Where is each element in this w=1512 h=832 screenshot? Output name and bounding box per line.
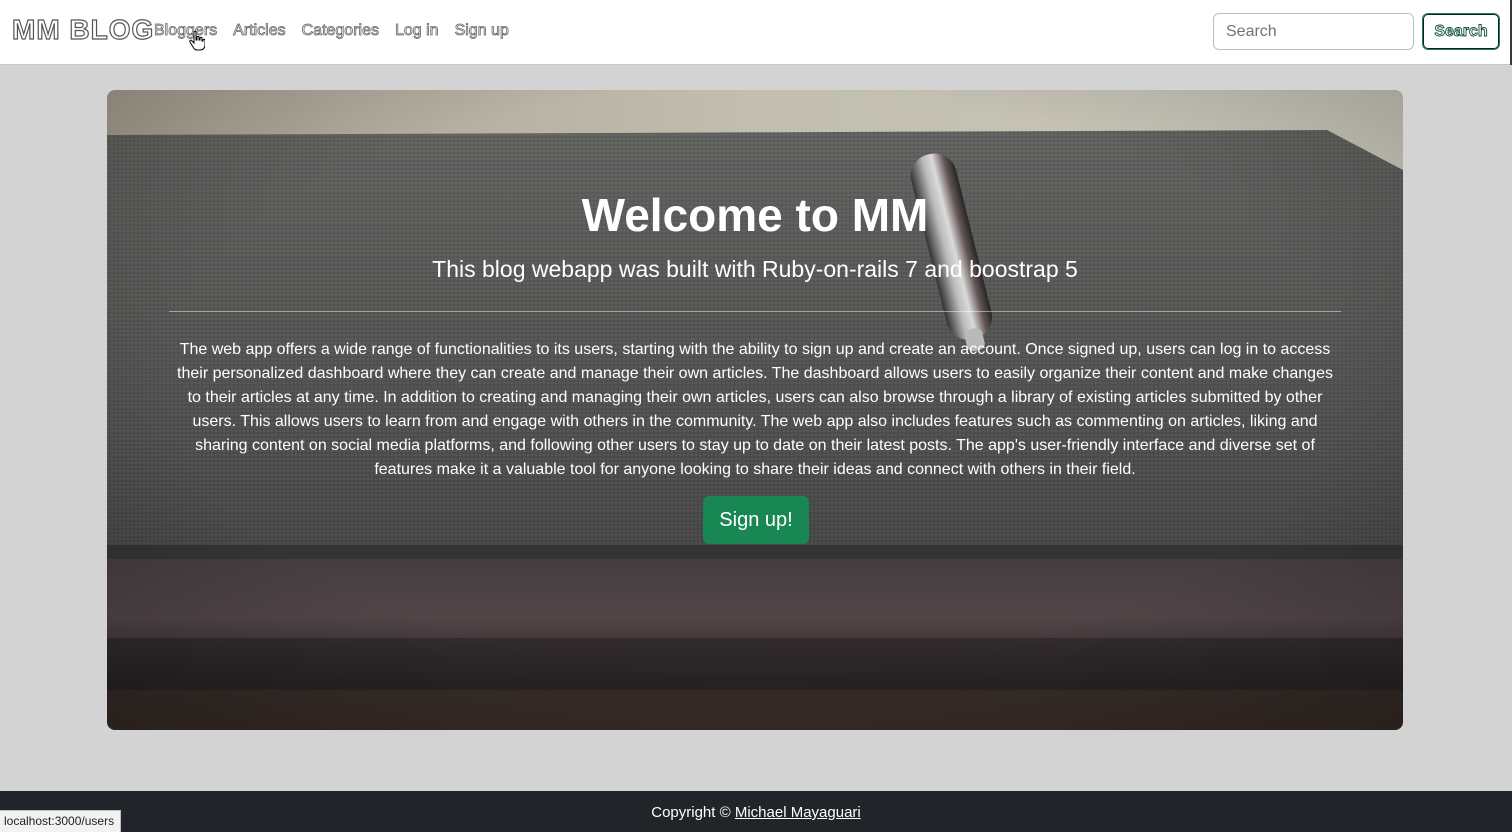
hand-cursor-icon (189, 31, 205, 51)
author-link[interactable]: Michael Mayaguari (735, 804, 861, 821)
top-navbar: MM BLOG Bloggers Articles Categories Log… (0, 0, 1512, 65)
hero-description: The web app offers a wide range of funct… (177, 341, 1333, 478)
hero-banner: Welcome to MM This blog webapp was built… (107, 90, 1403, 730)
status-bar-url: localhost:3000/users (0, 810, 122, 832)
footer: Copyright © Michael Mayaguari (0, 791, 1512, 832)
brand-logo[interactable]: MM BLOG (11, 13, 154, 46)
hero-subtitle: This blog webapp was built with Ruby-on-… (432, 256, 1078, 282)
search-input[interactable] (1213, 13, 1414, 50)
nav-link-bloggers[interactable]: Bloggers (154, 22, 218, 40)
nav-links: Bloggers Articles Categories Log in Sign… (154, 22, 510, 40)
hero-divider (169, 311, 1341, 312)
nav-link-categories[interactable]: Categories (301, 22, 379, 40)
sign-up-button[interactable]: Sign up! (703, 496, 809, 544)
hero-title: Welcome to MM (581, 189, 929, 241)
footer-copyright: Copyright © Michael Mayaguari (0, 804, 1512, 821)
search-button[interactable]: Search (1422, 13, 1500, 50)
nav-link-sign-up[interactable]: Sign up (454, 22, 509, 40)
copyright-label: Copyright © (651, 804, 731, 821)
nav-link-articles[interactable]: Articles (233, 22, 286, 40)
nav-link-log-in[interactable]: Log in (395, 22, 439, 40)
